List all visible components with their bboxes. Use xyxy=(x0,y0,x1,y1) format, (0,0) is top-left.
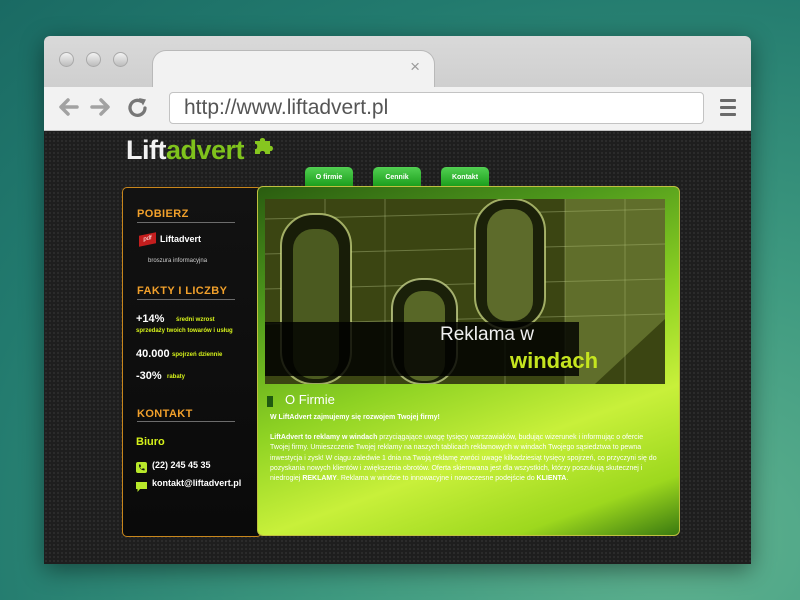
website-page: Liftadvert O firmie Cennik Kontakt POBIE… xyxy=(44,131,751,564)
logo-part-lift: Lift xyxy=(126,135,166,165)
section-paragraph: LiftAdvert to reklamy w windach przyciąg… xyxy=(270,433,662,484)
phone-number[interactable]: (22) 245 45 35 xyxy=(152,460,211,470)
hamburger-menu-icon[interactable] xyxy=(720,99,736,120)
window-maximize-dot[interactable] xyxy=(113,52,128,67)
fact-label: średni wzrost xyxy=(176,317,215,323)
fact-label: spojrzeń dziennie xyxy=(172,352,223,358)
para-highlight: LiftAdvert to reklamy w windach xyxy=(270,434,378,441)
nav-tab-o-firmie[interactable]: O firmie xyxy=(305,167,353,188)
phone-icon xyxy=(136,460,147,478)
logo-part-advert: advert xyxy=(165,135,245,165)
download-heading: POBIERZ xyxy=(137,208,189,220)
brochure-caption: broszura informacyjna xyxy=(148,258,208,264)
fact-value: -30% xyxy=(136,370,162,382)
sidebar: POBIERZ pdf Liftadvert broszura informac… xyxy=(122,187,262,537)
main-content: Reklama w windach O Firmie W LiftAdvert … xyxy=(257,186,680,536)
email-address[interactable]: kontakt@liftadvert.pl xyxy=(152,478,241,488)
window-close-dot[interactable] xyxy=(59,52,74,67)
reload-icon[interactable] xyxy=(126,93,150,128)
back-arrow-icon[interactable] xyxy=(57,93,79,128)
nav-tab-cennik[interactable]: Cennik xyxy=(373,167,421,188)
section-bullet-icon xyxy=(267,396,273,407)
para-text: . Reklama w windzie to innowacyjne i now… xyxy=(336,475,537,483)
contact-heading: KONTAKT xyxy=(137,408,193,420)
divider xyxy=(137,421,235,422)
browser-tab[interactable]: × xyxy=(152,50,435,90)
fact-label: sprzedaży twoich towarów i usług xyxy=(136,328,233,334)
hero-caption-line1: Reklama w xyxy=(440,324,534,345)
brochure-download-link[interactable]: Liftadvert xyxy=(160,234,201,244)
fact-value: +14% xyxy=(136,313,165,325)
browser-window: × http://www.liftadvert.pl Liftadvert O … xyxy=(44,36,751,564)
browser-toolbar: http://www.liftadvert.pl xyxy=(44,87,751,131)
nav-tab-label: O firmie xyxy=(315,174,343,181)
browser-titlebar: × xyxy=(44,36,751,90)
para-highlight: REKLAMY xyxy=(302,475,337,483)
nav-tab-kontakt[interactable]: Kontakt xyxy=(441,167,489,188)
hero-banner: Reklama w windach xyxy=(265,199,665,384)
divider xyxy=(137,222,235,223)
email-icon xyxy=(136,479,147,497)
section-title: O Firmie xyxy=(285,392,335,407)
puzzle-piece-icon xyxy=(252,132,274,154)
window-minimize-dot[interactable] xyxy=(86,52,101,67)
site-logo[interactable]: Liftadvert xyxy=(126,135,274,166)
fact-label: rabaty xyxy=(167,374,186,380)
divider xyxy=(137,299,235,300)
nav-tab-label: Kontakt xyxy=(451,174,479,181)
forward-arrow-icon[interactable] xyxy=(90,93,112,128)
facts-heading: FAKTY I LICZBY xyxy=(137,285,228,297)
hero-caption-line2: windach xyxy=(510,348,599,373)
pdf-file-icon: pdf xyxy=(139,232,156,247)
para-text: . xyxy=(566,475,569,483)
url-text: http://www.liftadvert.pl xyxy=(184,96,389,119)
tab-close-icon[interactable]: × xyxy=(410,58,420,76)
office-label: Biuro xyxy=(136,436,165,448)
section-lead: W LiftAdvert zajmujemy się rozwojem Twoj… xyxy=(270,414,440,421)
address-bar[interactable]: http://www.liftadvert.pl xyxy=(169,92,704,124)
fact-value: 40.000 xyxy=(136,348,170,360)
para-highlight: KLIENTA xyxy=(536,475,567,483)
nav-tab-label: Cennik xyxy=(385,174,409,181)
